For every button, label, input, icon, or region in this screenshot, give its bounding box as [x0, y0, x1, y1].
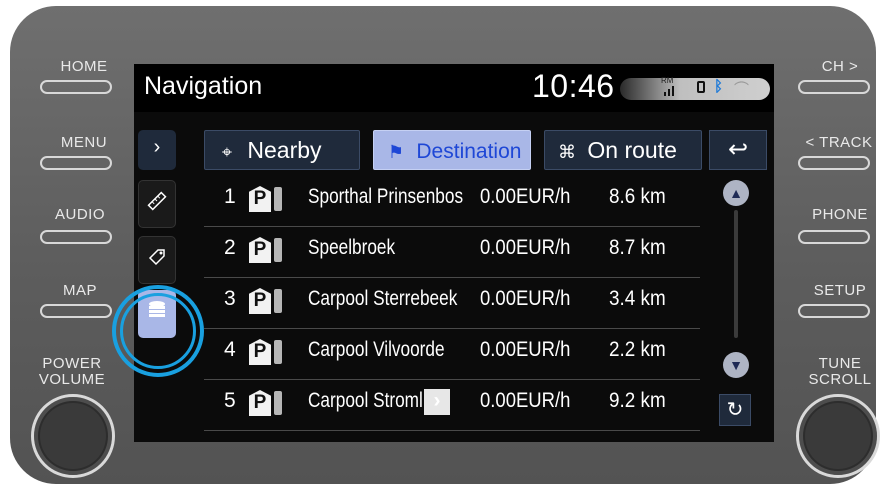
power-label: POWER	[42, 355, 102, 372]
phone-button[interactable]	[798, 230, 870, 244]
refresh-icon: ↻	[726, 399, 744, 421]
highlight-ring-inner	[120, 293, 196, 369]
item-distance: 3.4 km	[609, 287, 666, 310]
menu-label: MENU	[60, 134, 108, 151]
home-label: HOME	[60, 58, 108, 75]
status-bar: Navigation 10:46 RM ᛒ ⌒	[134, 64, 774, 112]
track-button[interactable]	[798, 156, 870, 170]
parking-icon: P	[249, 339, 271, 365]
ch-label: CH >	[821, 58, 859, 75]
item-name: Carpool Sterrebeek	[308, 287, 458, 310]
ch-button[interactable]	[798, 80, 870, 94]
item-distance: 8.6 km	[609, 185, 666, 208]
chevron-right-icon: ›	[153, 136, 161, 158]
ruler-icon	[139, 191, 175, 217]
item-distance: 2.2 km	[609, 338, 666, 361]
list-item[interactable]: 2 P Speelbroek 0.00EUR/h 8.7 km	[204, 227, 700, 278]
more-dots-icon	[274, 391, 282, 415]
item-number: 1	[224, 185, 236, 208]
item-distance: 9.2 km	[609, 389, 666, 412]
menu-button[interactable]	[40, 156, 112, 170]
tab-nearby[interactable]: ⌖ Nearby	[204, 130, 360, 170]
back-button[interactable]: ↩	[709, 130, 767, 170]
tune-scroll-label: TUNE SCROLL	[790, 356, 886, 388]
battery-icon	[697, 81, 705, 93]
tab-on-route[interactable]: ⌘ On route	[544, 130, 702, 170]
item-price: 0.00EUR/h	[480, 287, 571, 310]
display-screen: Navigation 10:46 RM ᛒ ⌒ › ⌖ Nearby ⚑ Des…	[134, 64, 774, 442]
item-number: 5	[224, 389, 236, 412]
sidebar-item-ruler[interactable]	[138, 180, 176, 228]
tune-scroll-knob[interactable]	[796, 394, 880, 478]
scroll-label: SCROLL	[808, 371, 872, 388]
route-icon: ⌘	[558, 142, 576, 162]
bluetooth-icon: ᛒ	[714, 78, 724, 95]
list-item[interactable]: 3 P Carpool Sterrebeek 0.00EUR/h 3.4 km	[204, 278, 700, 329]
scroll-down-button[interactable]: ▼	[723, 352, 749, 378]
parking-icon: P	[249, 390, 271, 416]
item-distance: 8.7 km	[609, 236, 666, 259]
item-number: 3	[224, 287, 236, 310]
more-button[interactable]: ›	[424, 389, 450, 415]
tab-on-route-label: On route	[587, 137, 677, 163]
audio-label: AUDIO	[54, 206, 105, 223]
chevron-down-icon: ▼	[729, 357, 743, 373]
page-title: Navigation	[144, 72, 263, 100]
more-dots-icon	[274, 238, 282, 262]
setup-button[interactable]	[798, 304, 870, 318]
list-item[interactable]: 4 P Carpool Vilvoorde 0.00EUR/h 2.2 km	[204, 329, 700, 380]
tab-destination[interactable]: ⚑ Destination	[373, 130, 531, 170]
more-dots-icon	[274, 187, 282, 211]
scroll-up-button[interactable]: ▲	[723, 180, 749, 206]
map-pin-icon: ⌖	[221, 142, 233, 162]
item-price: 0.00EUR/h	[480, 236, 571, 259]
item-number: 4	[224, 338, 236, 361]
item-name: Speelbroek	[308, 236, 396, 259]
clock: 10:46	[532, 68, 615, 104]
list-item[interactable]: 5 P Carpool Stroml › 0.00EUR/h 9.2 km	[204, 380, 700, 431]
sidebar-item-tag[interactable]	[138, 236, 176, 284]
volume-label: VOLUME	[38, 371, 106, 388]
tab-destination-label: Destination	[416, 140, 522, 163]
more-dots-icon	[274, 340, 282, 364]
track-label: < TRACK	[805, 134, 873, 151]
tab-nearby-label: Nearby	[247, 137, 322, 163]
power-volume-knob[interactable]	[31, 394, 115, 478]
tune-label: TUNE	[818, 355, 862, 372]
item-number: 2	[224, 236, 236, 259]
wifi-icon: ⌒	[734, 81, 750, 98]
item-price: 0.00EUR/h	[480, 389, 571, 412]
scrollbar[interactable]	[734, 210, 738, 338]
chevron-up-icon: ▲	[729, 185, 743, 201]
parking-icon: P	[249, 186, 271, 212]
item-name: Carpool Stroml	[308, 389, 423, 412]
sidebar-expand-button[interactable]: ›	[138, 130, 176, 170]
power-volume-label: POWER VOLUME	[22, 356, 122, 388]
phone-label: PHONE	[812, 206, 868, 223]
item-name: Sporthal Prinsenbos	[308, 185, 464, 208]
item-name: Carpool Vilvoorde	[308, 338, 445, 361]
item-price: 0.00EUR/h	[480, 338, 571, 361]
signal-icon	[664, 84, 678, 99]
map-label: MAP	[62, 282, 97, 299]
parking-icon: P	[249, 237, 271, 263]
checkered-flag-icon: ⚑	[387, 142, 405, 162]
more-dots-icon	[274, 289, 282, 313]
setup-label: SETUP	[813, 282, 867, 299]
tag-icon	[139, 247, 175, 273]
parking-icon: P	[249, 288, 271, 314]
back-arrow-icon: ↩	[727, 136, 749, 163]
refresh-button[interactable]: ↻	[719, 394, 751, 426]
home-button[interactable]	[40, 80, 112, 94]
list-item[interactable]: 1 P Sporthal Prinsenbos 0.00EUR/h 8.6 km	[204, 176, 700, 227]
item-price: 0.00EUR/h	[480, 185, 571, 208]
map-button[interactable]	[40, 304, 112, 318]
audio-button[interactable]	[40, 230, 112, 244]
